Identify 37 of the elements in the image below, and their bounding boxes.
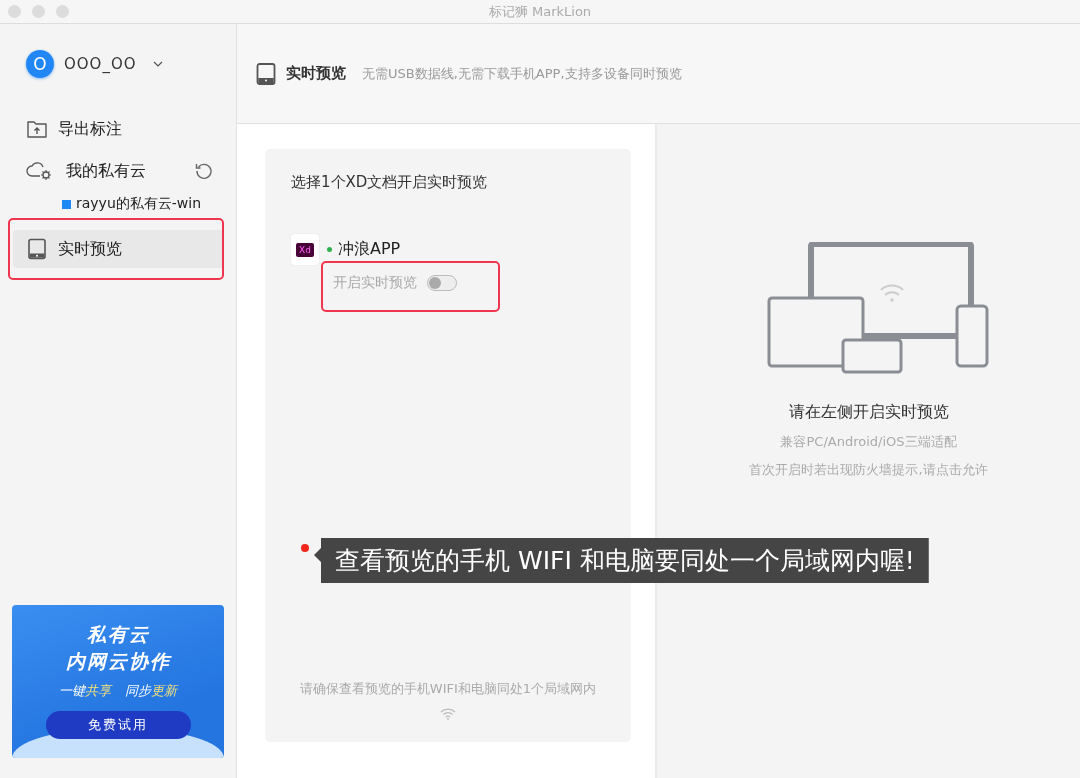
promo-tagline: 更新 (151, 682, 177, 700)
window-control[interactable] (8, 5, 21, 18)
tablet-icon (256, 62, 276, 85)
wifi-icon (440, 708, 456, 720)
refresh-icon[interactable] (194, 161, 214, 181)
page-subtitle: 无需USB数据线,无需下载手机APP,支持多设备同时预览 (362, 64, 682, 83)
page-title: 实时预览 (286, 64, 346, 83)
preview-note: 兼容PC/Android/iOS三端适配 (780, 433, 957, 451)
preview-note: 首次开启时若出现防火墙提示,请点击允许 (749, 461, 988, 479)
folder-upload-icon (26, 119, 48, 139)
sidebar-item[interactable]: 导出标注 (8, 110, 224, 148)
chevron-down-icon[interactable] (152, 61, 163, 67)
promo-title: 内网云协作 (65, 649, 171, 674)
promo-banner[interactable]: 私有云 内网云协作 一键共享 同步更新 免费试用 (12, 605, 224, 758)
cloud-item[interactable]: rayyu的私有云-win (8, 192, 224, 216)
promo-tagline: 共享 (85, 682, 111, 700)
toggle-label: 开启实时预览 (333, 274, 417, 292)
panel-heading: 选择1个XD文档开启实时预览 (291, 173, 489, 192)
window-title: 标记狮 MarkLion (488, 2, 592, 21)
user-name[interactable]: OOO_OO (64, 55, 137, 73)
preview-message: 请在左侧开启实时预览 (788, 402, 949, 423)
window-control[interactable] (32, 5, 45, 18)
tablet-icon (26, 238, 48, 260)
marker-dot (301, 544, 309, 552)
window-control[interactable] (56, 5, 69, 18)
promo-tagline: 一键 (59, 682, 85, 700)
sidebar-item[interactable]: 我的私有云 (8, 152, 224, 190)
promo-tagline: 同步 (125, 682, 151, 700)
free-trial-button[interactable]: 免费试用 (45, 711, 191, 739)
document-name[interactable]: 冲浪APP (338, 239, 401, 260)
callout-tooltip: 查看预览的手机 WIFI 和电脑要同处一个局域网内喔! (314, 538, 929, 583)
toggle-switch[interactable] (427, 275, 457, 291)
network-note: 请确保查看预览的手机WIFI和电脑同处1个局域网内 (299, 680, 597, 698)
promo-title: 私有云 (86, 622, 150, 647)
xd-file-icon: Xd (291, 234, 319, 265)
sidebar-item[interactable]: 实时预览 (13, 230, 224, 268)
avatar[interactable]: O (26, 50, 54, 78)
